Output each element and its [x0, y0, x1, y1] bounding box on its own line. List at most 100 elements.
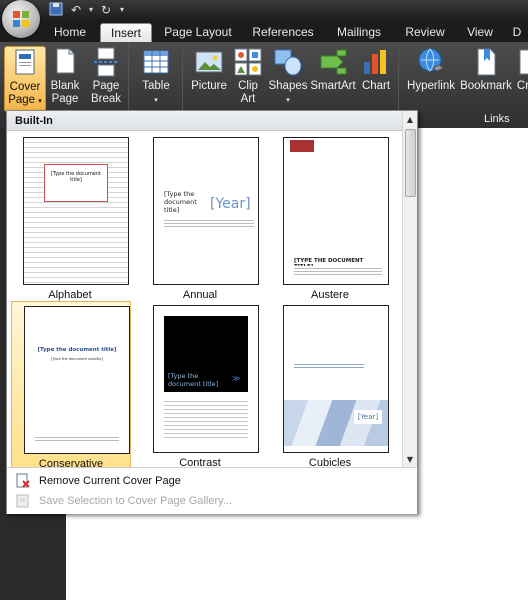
gallery-header: Built-In	[7, 111, 403, 131]
tab-view[interactable]: View	[460, 23, 500, 42]
table-button[interactable]: Table ▾	[136, 46, 176, 107]
table-icon	[143, 50, 169, 74]
page-break-label-2: Break	[90, 93, 122, 105]
austere-year: [Year]	[294, 144, 315, 152]
cover-option-austere[interactable]: [Year] [TYPE THE DOCUMENT TITLE] Austere	[271, 133, 389, 301]
contrast-thumbnail: [Type the document title] ≫	[153, 305, 259, 453]
austere-abstract	[294, 266, 382, 276]
hyperlink-button[interactable]: Hyperlink	[404, 46, 458, 93]
blank-page-button[interactable]: Blank Page	[46, 46, 84, 106]
annual-abstract	[164, 218, 254, 228]
contrast-block: [Type the document title] ≫	[164, 316, 248, 392]
blank-page-label-2: Page	[51, 93, 79, 105]
tab-developer[interactable]: D	[506, 23, 528, 42]
save-to-gallery-icon	[16, 494, 29, 508]
tab-mailings[interactable]: Mailings	[328, 23, 390, 42]
picture-label: Picture	[191, 80, 227, 92]
table-label: Table	[142, 80, 170, 92]
remove-cover-page-label: Remove Current Cover Page	[39, 475, 181, 487]
austere-thumbnail: [Year] [TYPE THE DOCUMENT TITLE]	[283, 137, 389, 285]
scrollbar-thumb[interactable]	[405, 129, 416, 197]
alphabet-thumbnail: [Type the document title]	[23, 137, 129, 285]
alphabet-label: Alphabet	[48, 289, 92, 301]
links-group-label: Links	[484, 113, 510, 125]
blank-page-icon	[56, 48, 75, 74]
annual-title: [Type the document title]	[164, 190, 197, 214]
austere-label: Austere	[311, 289, 349, 301]
page-break-label-1: Page	[92, 80, 120, 92]
tab-home[interactable]: Home	[44, 23, 96, 42]
page-break-button[interactable]: Page Break	[86, 46, 126, 106]
quick-access-toolbar: ↶ ▾ ↻ ▾	[48, 2, 126, 18]
office-logo-icon	[13, 11, 29, 27]
annual-year: [Year]	[210, 196, 251, 212]
chevron-icon: ≫	[232, 374, 241, 383]
gallery-footer: Remove Current Cover Page Save Selection…	[7, 467, 417, 514]
clip-art-icon	[234, 48, 262, 76]
cover-option-alphabet[interactable]: [Type the document title] Alphabet	[11, 133, 129, 301]
chevron-down-icon: ▾	[286, 97, 290, 104]
tab-page-layout[interactable]: Page Layout	[158, 23, 238, 42]
clip-art-label-1: Clip	[238, 80, 258, 92]
tab-review[interactable]: Review	[398, 23, 452, 42]
smartart-label: SmartArt	[310, 80, 356, 92]
save-selection-label: Save Selection to Cover Page Gallery...	[39, 495, 233, 507]
cover-page-label-1: Cover	[9, 81, 41, 93]
cross-reference-button[interactable]: Cr	[516, 46, 528, 93]
cover-page-button[interactable]: Cover Page ▾	[4, 46, 46, 112]
bookmark-label: Bookmark	[460, 80, 512, 92]
hyperlink-icon	[418, 48, 444, 72]
cover-option-contrast[interactable]: [Type the document title] ≫ Contrast	[141, 301, 259, 469]
cubicles-year: [Year]	[354, 410, 382, 424]
conservative-subtitle: [Type the document subtitle]	[51, 357, 103, 361]
cover-option-conservative[interactable]: [Type the document title] [Type the docu…	[11, 301, 131, 471]
undo-icon[interactable]: ↶	[68, 2, 84, 18]
shapes-label: Shapes	[268, 80, 308, 92]
cubicles-thumbnail: [Year]	[283, 305, 389, 453]
tab-references[interactable]: References	[246, 23, 320, 42]
cover-page-gallery: Built-In ▲ ▼ [Type the document title] A…	[6, 110, 418, 514]
cover-option-cubicles[interactable]: [Year] Cubicles	[271, 301, 389, 469]
hyperlink-label: Hyperlink	[407, 80, 455, 92]
redo-icon[interactable]: ↻	[98, 2, 114, 18]
customize-qat-icon[interactable]: ▾	[118, 2, 126, 18]
bookmark-icon	[477, 48, 496, 76]
remove-cover-page-item[interactable]: Remove Current Cover Page	[11, 471, 411, 491]
contrast-body	[164, 398, 248, 438]
scroll-up-icon[interactable]: ▲	[403, 113, 417, 127]
bookmark-button[interactable]: Bookmark	[458, 46, 514, 93]
conservative-abstract	[35, 435, 119, 441]
cubicles-title-lines	[294, 362, 364, 370]
conservative-thumbnail: [Type the document title] [Type the docu…	[24, 306, 130, 454]
annual-thumbnail: [Type the document title] [Year]	[153, 137, 259, 285]
clip-art-button[interactable]: Clip Art	[232, 46, 264, 106]
smartart-button[interactable]: SmartArt	[310, 46, 356, 93]
gallery-scrollbar[interactable]: ▲ ▼	[402, 111, 417, 467]
picture-button[interactable]: Picture	[188, 46, 230, 93]
annual-label: Annual	[182, 289, 218, 301]
scroll-down-icon[interactable]: ▼	[403, 453, 417, 467]
dropdown-arrow-icon[interactable]: ▾	[88, 2, 94, 18]
picture-icon	[195, 51, 223, 73]
save-icon[interactable]	[48, 2, 64, 18]
save-selection-item[interactable]: Save Selection to Cover Page Gallery...	[11, 491, 411, 511]
cover-page-icon	[15, 49, 35, 75]
cover-option-annual[interactable]: [Type the document title] [Year] Annual	[141, 133, 259, 301]
shapes-icon	[274, 49, 302, 76]
tab-insert[interactable]: Insert	[100, 23, 152, 43]
remove-page-icon	[16, 473, 30, 488]
chart-label: Chart	[361, 80, 391, 92]
shapes-button[interactable]: Shapes ▾	[268, 46, 308, 107]
cover-page-label-2: Page	[8, 94, 36, 106]
smartart-icon	[320, 49, 347, 75]
chart-button[interactable]: Chart	[358, 46, 394, 93]
chevron-down-icon: ▾	[154, 97, 158, 104]
alphabet-title-box: [Type the document title]	[44, 164, 108, 202]
blank-page-label-1: Blank	[50, 80, 80, 92]
ribbon-tab-row: Home Insert Page Layout References Maili…	[0, 20, 528, 43]
clip-art-label-2: Art	[240, 93, 256, 105]
conservative-title: [Type the document title]	[37, 347, 117, 353]
office-button[interactable]	[2, 0, 40, 38]
group-links: Hyperlink Bookmark Cr Links	[400, 44, 528, 126]
contrast-title: [Type the document title]	[168, 372, 219, 388]
